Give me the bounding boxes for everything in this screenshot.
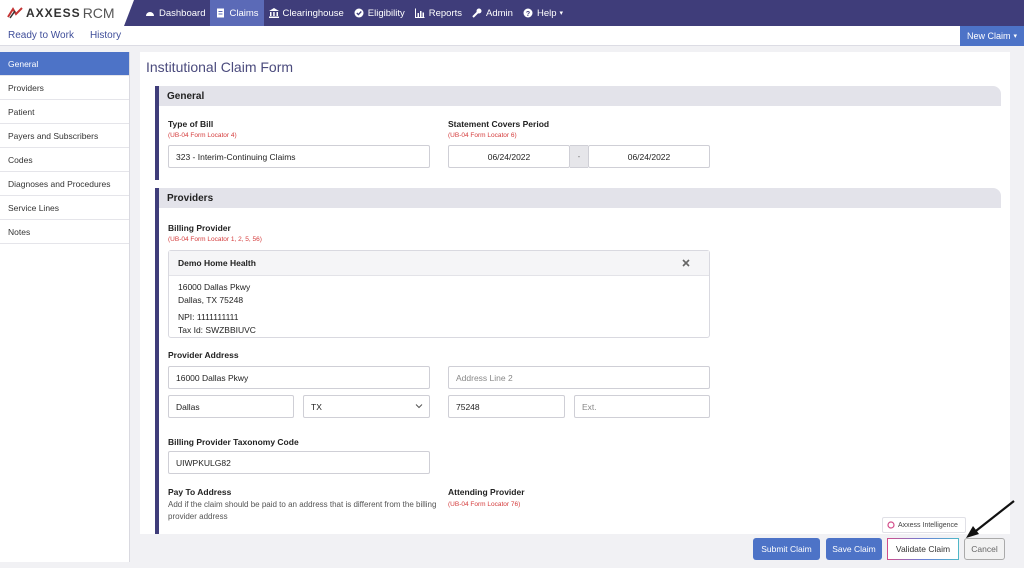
sidebar-item-providers[interactable]: Providers	[0, 76, 129, 100]
wrench-icon	[472, 8, 482, 18]
type-of-bill-field[interactable]: 323 - Interim-Continuing Claims	[168, 145, 430, 168]
chevron-down-icon	[415, 404, 423, 409]
claim-form-panel: Institutional Claim Form General Type of…	[140, 52, 1010, 534]
statement-period-label: Statement Covers Period	[448, 119, 550, 129]
axxess-intelligence-badge[interactable]: Axxess Intelligence	[882, 517, 966, 533]
check-circle-icon	[354, 8, 364, 18]
provider-npi: NPI: 1111111111	[178, 312, 239, 322]
form-sections-sidebar: General Providers Patient Payers and Sub…	[0, 52, 130, 562]
address-line1-field[interactable]: 16000 Dallas Pkwy	[168, 366, 430, 389]
nav-help-label: Help	[536, 7, 557, 19]
providers-section: Providers Billing Provider (UB-04 Form L…	[155, 188, 1001, 534]
provider-name-text: Demo Home Health	[178, 258, 256, 268]
provider-address-label: Provider Address	[168, 350, 239, 360]
sidebar-item-general[interactable]: General	[0, 52, 129, 76]
bank-icon	[268, 8, 279, 18]
logo-suffix: RCM	[82, 5, 115, 21]
ai-icon	[887, 521, 895, 529]
document-icon	[215, 8, 225, 18]
ai-badge-label: Axxess Intelligence	[898, 521, 958, 529]
state-select[interactable]: TX	[303, 395, 430, 418]
billing-provider-locator: (UB-04 Form Locator 1, 2, 5, 56)	[168, 236, 262, 243]
save-claim-button[interactable]: Save Claim	[826, 538, 882, 560]
main-nav: Dashboard Claims Clearinghouse Eligibili…	[140, 0, 568, 26]
tab-history[interactable]: History	[82, 30, 129, 41]
provider-name: Demo Home Health	[169, 251, 709, 276]
validate-claim-button[interactable]: Validate Claim	[887, 538, 959, 560]
pay-to-address-note: Add if the claim should be paid to an ad…	[168, 500, 437, 521]
address-line2-field[interactable]: Address Line 2	[448, 366, 710, 389]
bar-chart-icon	[414, 8, 425, 18]
general-section: General Type of Bill (UB-04 Form Locator…	[155, 86, 1001, 180]
type-of-bill-label: Type of Bill	[168, 119, 214, 129]
statement-from-date-field[interactable]: 06/24/2022	[448, 145, 570, 168]
page-title: Institutional Claim Form	[146, 59, 294, 75]
provider-address-line2: Dallas, TX 75248	[178, 295, 244, 305]
sidebar-item-patient[interactable]: Patient	[0, 100, 129, 124]
nav-dashboard[interactable]: Dashboard	[140, 0, 210, 26]
submit-claim-button[interactable]: Submit Claim	[753, 538, 820, 560]
type-of-bill-locator: (UB-04 Form Locator 4)	[168, 132, 237, 139]
new-claim-button[interactable]: New Claim ▾	[960, 26, 1024, 46]
annotation-arrow-icon	[966, 500, 1015, 538]
tab-ready-to-work[interactable]: Ready to Work	[0, 30, 82, 41]
nav-clearinghouse[interactable]: Clearinghouse	[264, 0, 349, 26]
statement-period-locator: (UB-04 Form Locator 6)	[448, 132, 517, 139]
taxonomy-label: Billing Provider Taxonomy Code	[168, 437, 299, 447]
nav-dashboard-label: Dashboard	[159, 7, 206, 19]
pay-to-address-label: Pay To Address	[168, 487, 232, 497]
city-field[interactable]: Dallas	[168, 395, 294, 418]
nav-admin-label: Admin	[486, 7, 513, 19]
billing-provider-label: Billing Provider	[168, 223, 231, 233]
state-select-value: TX	[311, 401, 322, 412]
nav-eligibility[interactable]: Eligibility	[349, 0, 410, 26]
nav-reports-label: Reports	[428, 7, 463, 19]
new-claim-label: New Claim	[966, 31, 1011, 41]
sidebar-item-service-lines[interactable]: Service Lines	[0, 196, 129, 220]
svg-text:?: ?	[526, 11, 530, 18]
chevron-down-icon: ▾	[1013, 33, 1018, 40]
app-logo[interactable]: AXXESS RCM	[0, 0, 134, 26]
attending-provider-label: Attending Provider	[448, 487, 525, 497]
dashboard-icon	[145, 8, 155, 18]
billing-provider-card: Demo Home Health 16000 Dallas Pkwy Dalla…	[168, 250, 710, 338]
top-navbar: AXXESS RCM Dashboard Claims Clearinghous…	[0, 0, 1024, 26]
statement-to-date-field[interactable]: 06/24/2022	[588, 145, 710, 168]
zip-ext-field[interactable]: Ext.	[574, 395, 710, 418]
sidebar-item-payers[interactable]: Payers and Subscribers	[0, 124, 129, 148]
logo-text: AXXESS	[26, 6, 81, 20]
nav-admin[interactable]: Admin	[467, 0, 518, 26]
question-icon: ?	[523, 8, 533, 18]
nav-help[interactable]: ? Help ▾	[518, 0, 568, 26]
provider-address-line1: 16000 Dallas Pkwy	[178, 282, 251, 292]
close-icon[interactable]	[681, 258, 691, 268]
chevron-down-icon: ▾	[559, 10, 564, 17]
attending-provider-locator: (UB-04 Form Locator 76)	[448, 501, 521, 508]
provider-tax-id: Tax Id: SWZBBIUVC	[178, 325, 256, 335]
providers-section-heading: Providers	[159, 188, 1001, 208]
nav-eligibility-label: Eligibility	[367, 7, 405, 19]
cancel-button[interactable]: Cancel	[964, 538, 1005, 560]
sidebar-item-diagnoses[interactable]: Diagnoses and Procedures	[0, 172, 129, 196]
general-section-heading: General	[159, 86, 1001, 106]
date-range-separator: -	[570, 145, 588, 168]
sidebar-item-codes[interactable]: Codes	[0, 148, 129, 172]
axxess-logo-icon	[7, 7, 23, 19]
zip-field[interactable]: 75248	[448, 395, 565, 418]
taxonomy-code-field[interactable]: UIWPKULG82	[168, 451, 430, 474]
sidebar-item-notes[interactable]: Notes	[0, 220, 129, 244]
sub-navbar: Ready to Work History New Claim ▾	[0, 26, 1024, 46]
nav-claims-label: Claims	[229, 7, 259, 19]
nav-claims[interactable]: Claims	[210, 0, 264, 26]
nav-reports[interactable]: Reports	[410, 0, 467, 26]
nav-clearinghouse-label: Clearinghouse	[282, 7, 344, 19]
